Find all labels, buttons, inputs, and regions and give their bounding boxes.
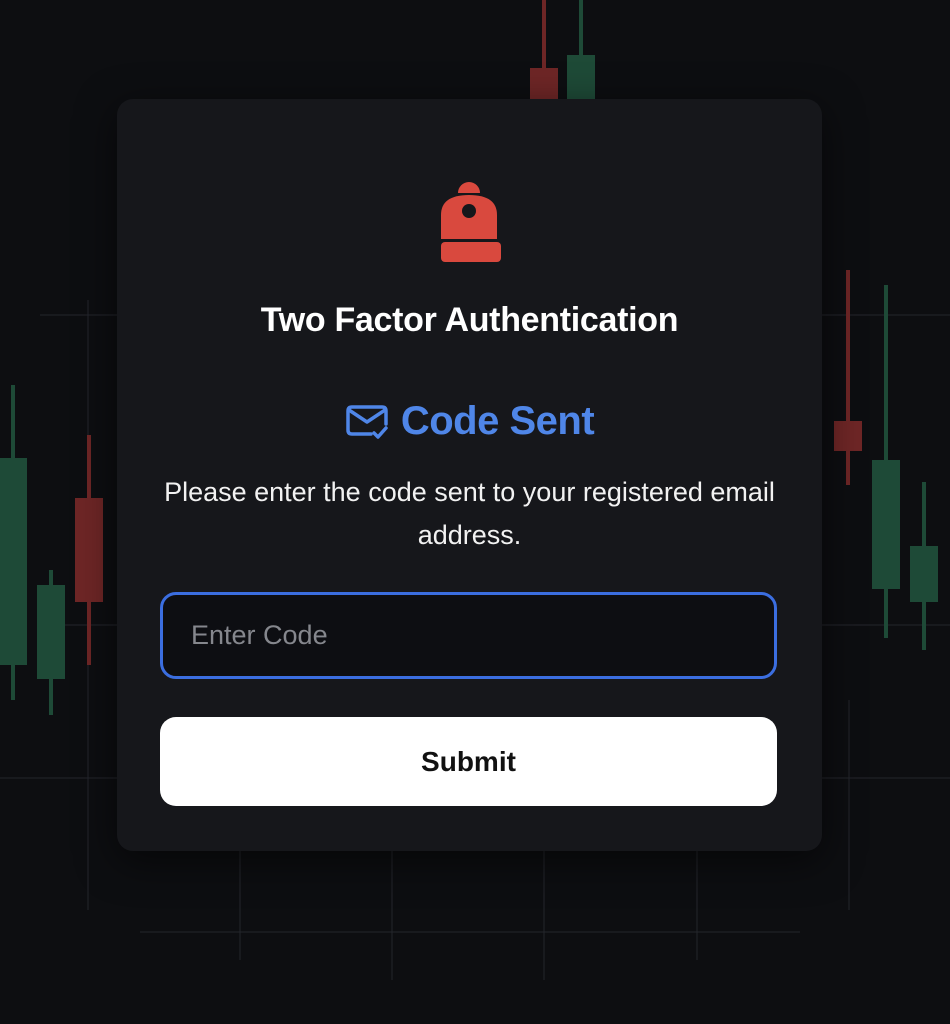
code-sent-title: Code Sent	[400, 399, 595, 443]
submit-button[interactable]: Submit	[160, 717, 777, 806]
code-input[interactable]	[160, 592, 777, 679]
two-factor-dialog: Two Factor Authentication Code Sent Plea…	[117, 99, 822, 851]
candle	[834, 270, 862, 485]
instruction-text: Please enter the code sent to your regis…	[164, 477, 775, 550]
candle	[872, 285, 900, 638]
candle	[37, 570, 65, 715]
lock-icon	[441, 182, 501, 262]
dialog-title: Two Factor Authentication	[260, 301, 679, 339]
code-sent-status: Code Sent	[117, 399, 822, 444]
candle	[567, 0, 595, 102]
candle	[0, 385, 27, 700]
candle	[530, 0, 558, 102]
mail-check-icon	[346, 404, 388, 439]
candle	[75, 435, 103, 665]
